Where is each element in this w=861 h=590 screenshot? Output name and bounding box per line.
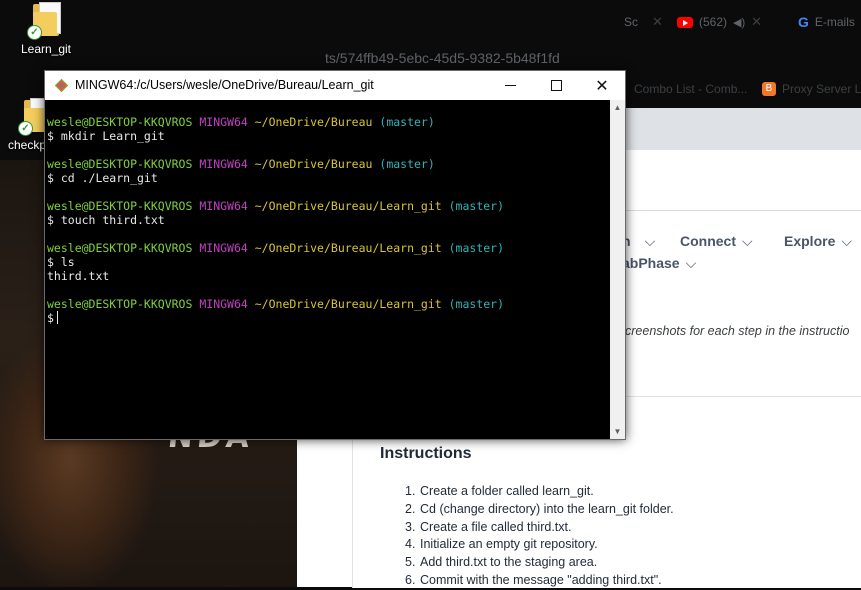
list-item: 2. Cd (change directory) into the learn_g… (405, 501, 674, 516)
git-bash-icon (55, 79, 68, 92)
scroll-up-arrow-icon[interactable]: ▲ (610, 100, 625, 115)
close-icon: ✕ (595, 77, 609, 95)
scroll-down-arrow-icon[interactable]: ▼ (610, 424, 625, 439)
minimize-icon (504, 85, 516, 86)
nav-label: Explore (784, 233, 836, 249)
speaker-icon: ◀) (733, 16, 746, 29)
nav-explore[interactable]: Explore ⌵ (784, 233, 852, 250)
nav-label: Connect (680, 233, 736, 249)
nav-menu-item-1[interactable]: n ⌵ (622, 233, 655, 250)
command-line: $ ls (47, 255, 75, 269)
google-icon: G (798, 14, 809, 30)
list-item: 3. Create a file called third.txt. (405, 519, 572, 534)
window-title: MINGW64:/c/Users/wesle/OneDrive/Bureau/L… (75, 78, 374, 92)
command-line: $ (47, 311, 58, 325)
browser-tab-youtube[interactable]: (562) ◀) ✕ (677, 12, 762, 32)
command-line: $ mkdir Learn_git (47, 129, 165, 143)
close-icon[interactable]: ✕ (751, 14, 762, 30)
chevron-down-icon: ⌵ (644, 233, 656, 249)
maximize-icon (550, 80, 562, 91)
instructions-title: Instructions (380, 445, 472, 462)
desktop-folder-learn-git[interactable]: ✓ Learn_git (11, 2, 81, 56)
tab-label: (562) (699, 15, 728, 29)
command-output: third.txt (47, 269, 110, 283)
chevron-down-icon: ⌵ (841, 233, 852, 249)
chevron-down-icon: ⌵ (742, 233, 753, 249)
instruction-hint-text: creenshots for each step in the instruct… (625, 324, 850, 338)
list-item: 4. Initialize an empty git repository. (405, 537, 598, 552)
close-button[interactable]: ✕ (579, 71, 625, 100)
bookmark-proxy-server[interactable]: B Proxy Server L (762, 82, 861, 96)
command-line: $ touch third.txt (47, 213, 165, 227)
close-icon[interactable]: ✕ (652, 14, 663, 30)
scrollbar[interactable]: ▲ ▼ (610, 100, 625, 439)
youtube-icon (677, 16, 693, 28)
list-item: 6. Commit with the message "adding third.… (405, 572, 662, 587)
sync-check-icon: ✓ (18, 121, 33, 136)
nav-label: abPhase (622, 255, 680, 271)
sync-check-icon: ✓ (27, 25, 42, 40)
prompt-line: wesle@DESKTOP-KKQVROS MINGW64 ~/OneDrive… (47, 157, 435, 171)
terminal-window[interactable]: MINGW64:/c/Users/wesle/OneDrive/Bureau/L… (44, 70, 626, 440)
list-item: 5. Add third.txt to the staging area. (405, 555, 598, 570)
tab-label: E-mails (814, 15, 855, 29)
text-cursor (56, 311, 58, 324)
bookmark-label: Combo List - Comb... (634, 82, 748, 96)
chevron-down-icon: ⌵ (685, 255, 697, 271)
prompt-line: wesle@DESKTOP-KKQVROS MINGW64 ~/OneDrive… (47, 199, 505, 213)
bookmark-label: Proxy Server L (782, 82, 861, 96)
url-text[interactable]: ts/574ffb49-5ebc-45d5-9382-5b48f1fd (325, 50, 560, 66)
command-line: $ cd ./Learn_git (47, 171, 158, 185)
list-item: 1. Create a folder called learn_git. (405, 484, 594, 498)
blogger-icon: B (762, 82, 776, 96)
folder-icon: ✓ (27, 2, 61, 40)
nav-connect[interactable]: Connect ⌵ (680, 233, 753, 250)
terminal-titlebar[interactable]: MINGW64:/c/Users/wesle/OneDrive/Bureau/L… (45, 71, 625, 100)
prompt-line: wesle@DESKTOP-KKQVROS MINGW64 ~/OneDrive… (47, 115, 435, 129)
browser-tab-email[interactable]: G E-mails (798, 12, 855, 32)
desktop-icon-label: Learn_git (20, 42, 72, 56)
prompt-line: wesle@DESKTOP-KKQVROS MINGW64 ~/OneDrive… (47, 297, 505, 311)
browser-tab-1[interactable]: Sc ✕ (624, 12, 663, 32)
maximize-button[interactable] (533, 71, 579, 100)
minimize-button[interactable] (487, 71, 533, 100)
terminal-output[interactable]: wesle@DESKTOP-KKQVROS MINGW64 ~/OneDrive… (45, 100, 610, 439)
prompt-line: wesle@DESKTOP-KKQVROS MINGW64 ~/OneDrive… (47, 241, 505, 255)
nav-labphase[interactable]: abPhase ⌵ (622, 255, 696, 272)
bookmark-combo-list[interactable]: Combo List - Comb... (634, 82, 747, 96)
tab-label: Sc (624, 15, 639, 29)
instructions-list: 1. Create a folder called learn_git. 2. Cd… (405, 483, 674, 590)
